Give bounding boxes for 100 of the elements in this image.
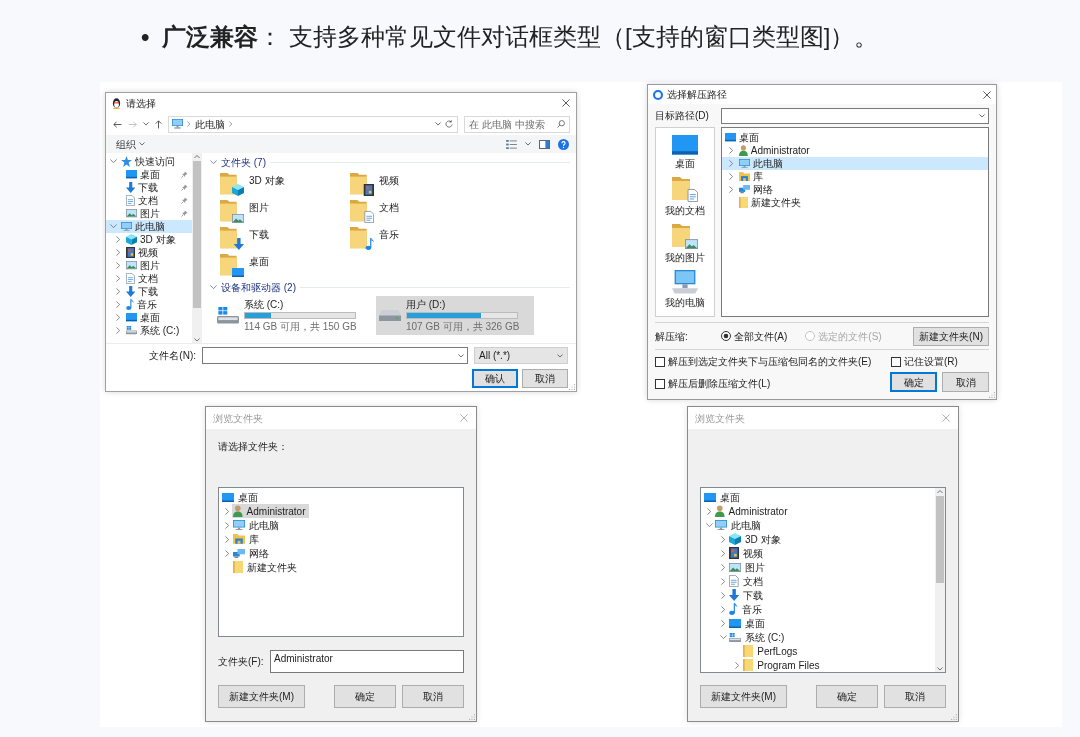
checkbox-option[interactable]: 解压到选定文件夹下与压缩包同名的文件夹(E): [655, 355, 890, 368]
cancel-button[interactable]: 取消: [884, 685, 946, 708]
close-icon[interactable]: [562, 99, 570, 107]
resize-grip-icon[interactable]: [569, 384, 575, 390]
chevron-right-icon[interactable]: [728, 147, 734, 154]
chevron-right-icon[interactable]: [224, 549, 230, 557]
arrow-left-icon[interactable]: [113, 120, 122, 128]
tree-item[interactable]: 视频: [106, 246, 192, 259]
group-header[interactable]: 文件夹 (7): [210, 155, 570, 170]
cancel-button[interactable]: 取消: [402, 685, 464, 708]
tree-item[interactable]: 库: [232, 532, 262, 546]
tree-item[interactable]: Administrator: [722, 144, 988, 157]
chevron-down-icon[interactable]: [210, 160, 217, 165]
tree-item[interactable]: 此电脑: [106, 220, 192, 233]
caret-up-icon[interactable]: [194, 155, 200, 159]
folder-item[interactable]: 文档: [350, 199, 480, 226]
caret-down-icon[interactable]: [979, 113, 985, 118]
caret-down-icon[interactable]: [557, 353, 563, 358]
radio-icon[interactable]: [721, 331, 731, 341]
tree-item[interactable]: 下载: [728, 588, 767, 602]
chevron-down-icon[interactable]: [210, 285, 217, 290]
drive-item[interactable]: 系统 (C:) 114 GB 可用，共 150 GB: [214, 296, 372, 335]
chevron-right-icon[interactable]: [728, 173, 734, 180]
chevron-right-icon[interactable]: [224, 535, 230, 543]
tree-item[interactable]: 此电脑: [714, 518, 764, 532]
tree-item[interactable]: 3D 对象: [728, 532, 784, 546]
chevron-right-icon[interactable]: [728, 186, 734, 193]
confirm-button[interactable]: 确认: [472, 369, 518, 388]
chevron-right-icon[interactable]: [720, 535, 726, 543]
folder-item[interactable]: 3D 对象: [220, 172, 350, 199]
cancel-button[interactable]: 取消: [522, 369, 568, 388]
chevron-right-icon[interactable]: [706, 507, 712, 515]
tree-item[interactable]: 视频: [728, 546, 767, 560]
place-item[interactable]: 我的图片: [665, 223, 705, 265]
view-options-icon[interactable]: [506, 139, 517, 149]
chevron-right-icon[interactable]: [720, 591, 726, 599]
folder-item[interactable]: 视频: [350, 172, 480, 199]
search-field[interactable]: 在 此电脑 中搜索: [464, 115, 570, 133]
ok-button[interactable]: 确定: [334, 685, 396, 708]
chevron-right-icon[interactable]: [720, 549, 726, 557]
tree-item[interactable]: 文档: [106, 194, 192, 207]
place-item[interactable]: 我的电脑: [665, 270, 705, 309]
scrollbar[interactable]: [192, 153, 202, 343]
drive-item[interactable]: 用户 (D:) 107 GB 可用，共 326 GB: [376, 296, 534, 335]
chevron-down-icon[interactable]: [719, 634, 727, 640]
organize-menu-button[interactable]: 组织: [116, 137, 145, 151]
caret-down-icon[interactable]: [139, 142, 145, 146]
caret-down-icon[interactable]: [143, 122, 149, 126]
tree-item[interactable]: 3D 对象: [106, 233, 192, 246]
checkbox-option[interactable]: 解压后删除压缩文件(L): [655, 377, 890, 390]
tree-item[interactable]: 图片: [106, 259, 192, 272]
tree-item[interactable]: 桌面: [106, 168, 192, 181]
chevron-right-icon[interactable]: [115, 249, 121, 256]
folder-item[interactable]: 音乐: [350, 226, 480, 253]
group-header[interactable]: 设备和驱动器 (2): [210, 280, 570, 295]
tree-item[interactable]: 桌面: [703, 490, 743, 504]
chevron-right-icon[interactable]: [115, 314, 121, 321]
tree-item[interactable]: 图片: [106, 207, 192, 220]
folder-item[interactable]: 图片: [220, 199, 350, 226]
tree-item[interactable]: 网络: [722, 183, 988, 196]
tree-item[interactable]: 新建文件夹: [232, 560, 301, 574]
close-icon[interactable]: [983, 90, 991, 99]
chevron-right-icon[interactable]: [720, 577, 726, 585]
radio-option[interactable]: 全部文件(A): [721, 329, 788, 343]
caret-down-icon[interactable]: [435, 122, 441, 126]
caret-up-icon[interactable]: [937, 490, 943, 494]
tree-item[interactable]: 音乐: [728, 602, 765, 616]
cancel-button[interactable]: 取消: [942, 372, 989, 392]
new-folder-button[interactable]: 新建文件夹(N): [913, 326, 989, 346]
checkbox-icon[interactable]: [655, 378, 665, 389]
folder-item[interactable]: 下载: [220, 226, 350, 253]
chevron-right-icon[interactable]: [720, 605, 726, 613]
tree-item[interactable]: Administrator: [714, 504, 791, 518]
search-icon[interactable]: [557, 120, 565, 128]
chevron-down-icon[interactable]: [109, 159, 117, 164]
chevron-right-icon[interactable]: [115, 236, 121, 243]
scrollbar-thumb[interactable]: [193, 160, 201, 308]
chevron-right-icon[interactable]: [720, 619, 726, 627]
caret-down-icon[interactable]: [458, 353, 464, 358]
tree-item[interactable]: 桌面: [106, 311, 192, 324]
tree-item[interactable]: PerfLogs: [742, 644, 801, 658]
new-folder-button[interactable]: 新建文件夹(M): [218, 685, 305, 708]
tree-item[interactable]: 新建文件夹: [722, 196, 988, 209]
caret-down-icon[interactable]: [525, 142, 531, 146]
chevron-right-icon[interactable]: [224, 521, 230, 529]
tree-item[interactable]: Program Files: [742, 658, 823, 672]
tree-item[interactable]: 音乐: [106, 298, 192, 311]
resize-grip-icon[interactable]: [469, 714, 475, 720]
checkbox-icon[interactable]: [891, 356, 901, 367]
refresh-icon[interactable]: [445, 120, 453, 128]
checkbox-icon[interactable]: [655, 356, 665, 367]
filename-field[interactable]: [202, 347, 468, 364]
checkbox-option[interactable]: 记住设置(R): [891, 355, 989, 368]
tree-item[interactable]: 快速访问: [106, 155, 192, 168]
chevron-right-icon[interactable]: [115, 288, 121, 295]
tree-item[interactable]: 桌面: [722, 131, 988, 144]
resize-grip-icon[interactable]: [989, 392, 995, 398]
tree-item[interactable]: 此电脑: [232, 518, 282, 532]
tree-item[interactable]: 桌面: [221, 490, 261, 504]
tree-item[interactable]: 网络: [232, 546, 272, 560]
